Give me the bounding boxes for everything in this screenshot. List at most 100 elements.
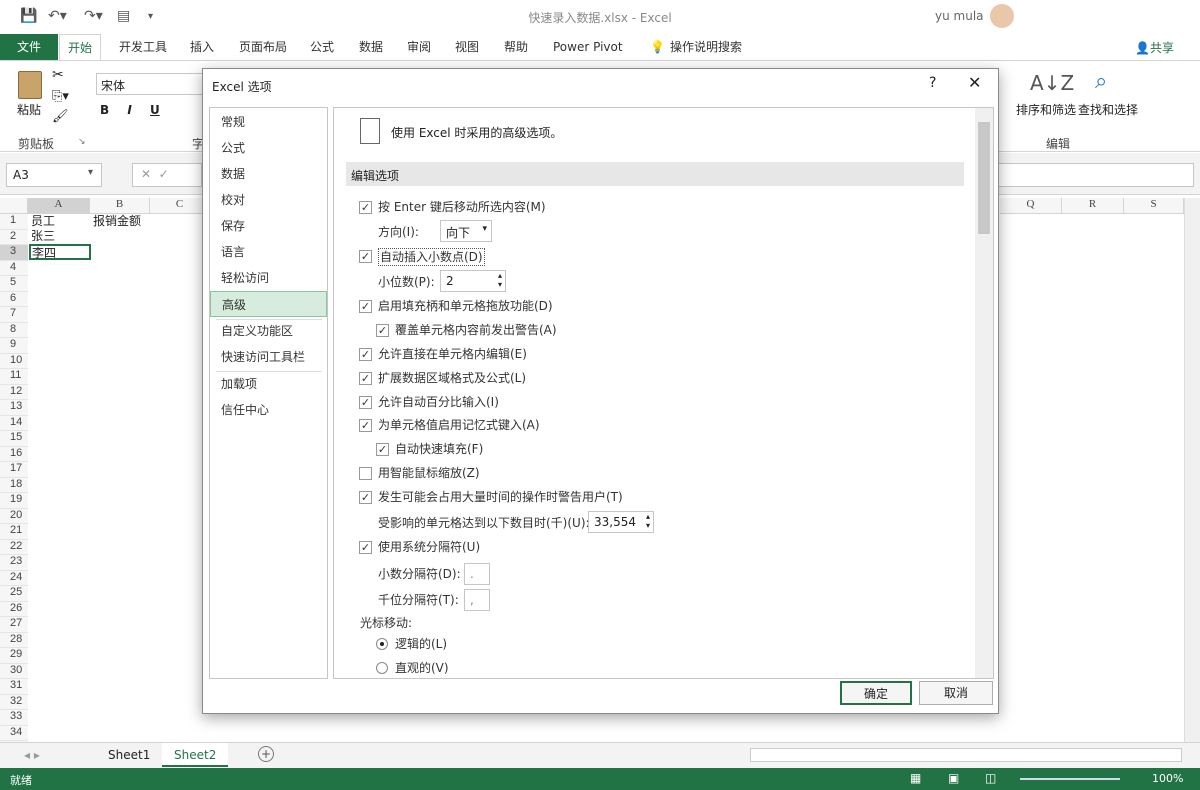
row-header[interactable]: 25	[0, 586, 28, 602]
row-header[interactable]: 11	[0, 369, 28, 385]
row-header[interactable]: 15	[0, 431, 28, 447]
col-header-c[interactable]: C	[150, 198, 210, 214]
page-break-icon[interactable]: ◫	[985, 771, 996, 785]
checkbox-enter-move[interactable]: ✓	[359, 201, 372, 214]
nav-customize-ribbon[interactable]: 自定义功能区	[210, 318, 327, 344]
tell-me-search[interactable]: 操作说明搜索	[662, 34, 750, 60]
row-header[interactable]: 34	[0, 725, 28, 741]
page-layout-icon[interactable]: ▣	[948, 771, 959, 785]
nav-language[interactable]: 语言	[210, 239, 327, 265]
checkbox-alert-slow[interactable]: ✓	[359, 491, 372, 504]
checkbox-system-separators[interactable]: ✓	[359, 541, 372, 554]
row-header[interactable]: 8	[0, 322, 28, 338]
row-header[interactable]: 29	[0, 648, 28, 664]
row-header[interactable]: 2	[0, 229, 28, 245]
row-header[interactable]: 21	[0, 524, 28, 540]
nav-addins[interactable]: 加载项	[210, 371, 327, 397]
decimal-separator-input[interactable]: .	[464, 563, 490, 585]
spinner-arrows-icon[interactable]: ▴ ▾	[498, 271, 502, 289]
tab-developer[interactable]: 开发工具	[111, 34, 175, 60]
form-icon[interactable]: ▤	[117, 8, 130, 24]
formula-buttons[interactable]: ✕ ✓	[132, 163, 202, 187]
tab-data[interactable]: 数据	[351, 34, 391, 60]
tab-help[interactable]: 帮助	[496, 34, 536, 60]
row-header[interactable]: 20	[0, 508, 28, 524]
row-header[interactable]: 16	[0, 446, 28, 462]
radio-visual[interactable]	[376, 662, 388, 674]
dialog-launcher-icon[interactable]: ↘	[78, 137, 86, 147]
nav-save[interactable]: 保存	[210, 213, 327, 239]
tab-formulas[interactable]: 公式	[302, 34, 342, 60]
copy-icon[interactable]: ⎘▾	[52, 89, 69, 104]
select-all[interactable]	[0, 198, 28, 214]
checkbox-auto-decimal[interactable]: ✓	[359, 250, 372, 263]
checkbox-edit-in-cell[interactable]: ✓	[359, 348, 372, 361]
customize-qat-icon[interactable]: ▾	[148, 11, 153, 22]
sheet-tab-sheet1[interactable]: Sheet1	[96, 743, 162, 767]
affected-cells-spinner[interactable]: 33,554 ▴ ▾	[588, 511, 654, 533]
cancel-button[interactable]: 取消	[919, 681, 993, 705]
tab-insert[interactable]: 插入	[182, 34, 222, 60]
col-header-b[interactable]: B	[90, 198, 150, 214]
tab-view[interactable]: 视图	[447, 34, 487, 60]
row-header[interactable]: 19	[0, 493, 28, 509]
nav-proofing[interactable]: 校对	[210, 187, 327, 213]
col-header-q[interactable]: Q	[1000, 198, 1062, 214]
tab-review[interactable]: 审阅	[399, 34, 439, 60]
row-header[interactable]: 4	[0, 260, 28, 276]
sort-filter-button[interactable]: 排序和筛选	[1016, 101, 1076, 118]
italic-button[interactable]: I	[127, 103, 131, 117]
nav-advanced[interactable]: 高级	[210, 291, 327, 317]
row-header[interactable]: 22	[0, 539, 28, 555]
row-header[interactable]: 7	[0, 307, 28, 323]
zoom-slider[interactable]	[1020, 778, 1120, 780]
row-header[interactable]: 12	[0, 384, 28, 400]
close-icon[interactable]: ✕	[968, 73, 981, 92]
nav-general[interactable]: 常规	[210, 109, 327, 135]
cell-a3-selected[interactable]: 李四	[29, 244, 91, 260]
checkbox-flash-fill[interactable]: ✓	[376, 443, 389, 456]
chevron-down-icon[interactable]: ▾	[88, 167, 93, 178]
tab-power-pivot[interactable]: Power Pivot	[545, 34, 631, 60]
cell-a1[interactable]: 员工	[31, 214, 55, 229]
radio-logical[interactable]	[376, 638, 388, 650]
nav-quick-access[interactable]: 快速访问工具栏	[210, 344, 327, 370]
row-header[interactable]: 18	[0, 477, 28, 493]
checkbox-overwrite-alert[interactable]: ✓	[376, 324, 389, 337]
row-header[interactable]: 14	[0, 415, 28, 431]
normal-view-icon[interactable]: ▦	[910, 771, 921, 785]
spinner-arrows-icon[interactable]: ▴ ▾	[646, 512, 650, 530]
sheet-tab-sheet2[interactable]: Sheet2	[162, 743, 229, 767]
format-painter-icon[interactable]: 🖌	[52, 109, 69, 124]
row-header[interactable]: 28	[0, 632, 28, 648]
horizontal-scrollbar[interactable]	[750, 748, 1182, 762]
redo-icon[interactable]: ↷▾	[84, 8, 103, 24]
col-header-r[interactable]: R	[1062, 198, 1124, 214]
row-header[interactable]: 32	[0, 694, 28, 710]
find-select-button[interactable]: 查找和选择	[1078, 101, 1138, 118]
tab-home[interactable]: 开始	[59, 34, 102, 61]
row-header[interactable]: 1	[0, 214, 28, 230]
row-header[interactable]: 3	[0, 245, 28, 261]
underline-button[interactable]: U	[150, 103, 160, 117]
checkbox-autocomplete[interactable]: ✓	[359, 419, 372, 432]
col-header-s[interactable]: S	[1124, 198, 1184, 214]
nav-accessibility[interactable]: 轻松访问	[210, 265, 327, 291]
checkbox-auto-percent[interactable]: ✓	[359, 396, 372, 409]
row-header[interactable]: 27	[0, 617, 28, 633]
bold-button[interactable]: B	[100, 103, 109, 117]
cell-a2[interactable]: 张三	[31, 229, 55, 244]
checkbox-fill-handle[interactable]: ✓	[359, 300, 372, 313]
save-icon[interactable]: 💾	[20, 8, 37, 24]
paste-button-label[interactable]: 粘贴	[17, 101, 41, 118]
row-header[interactable]: 33	[0, 710, 28, 726]
sort-filter-icon[interactable]: A↓Z	[1030, 71, 1074, 95]
tab-file[interactable]: 文件	[0, 34, 58, 60]
nav-formulas[interactable]: 公式	[210, 135, 327, 161]
cell-b1[interactable]: 报销金额	[93, 214, 141, 229]
font-name-box[interactable]: 宋体	[96, 73, 206, 95]
share-button[interactable]: 👤共享	[1135, 39, 1174, 56]
places-spinner[interactable]: 2 ▴ ▾	[440, 270, 506, 292]
add-sheet-icon[interactable]: +	[258, 746, 274, 762]
checkbox-intellimouse[interactable]	[359, 467, 372, 480]
